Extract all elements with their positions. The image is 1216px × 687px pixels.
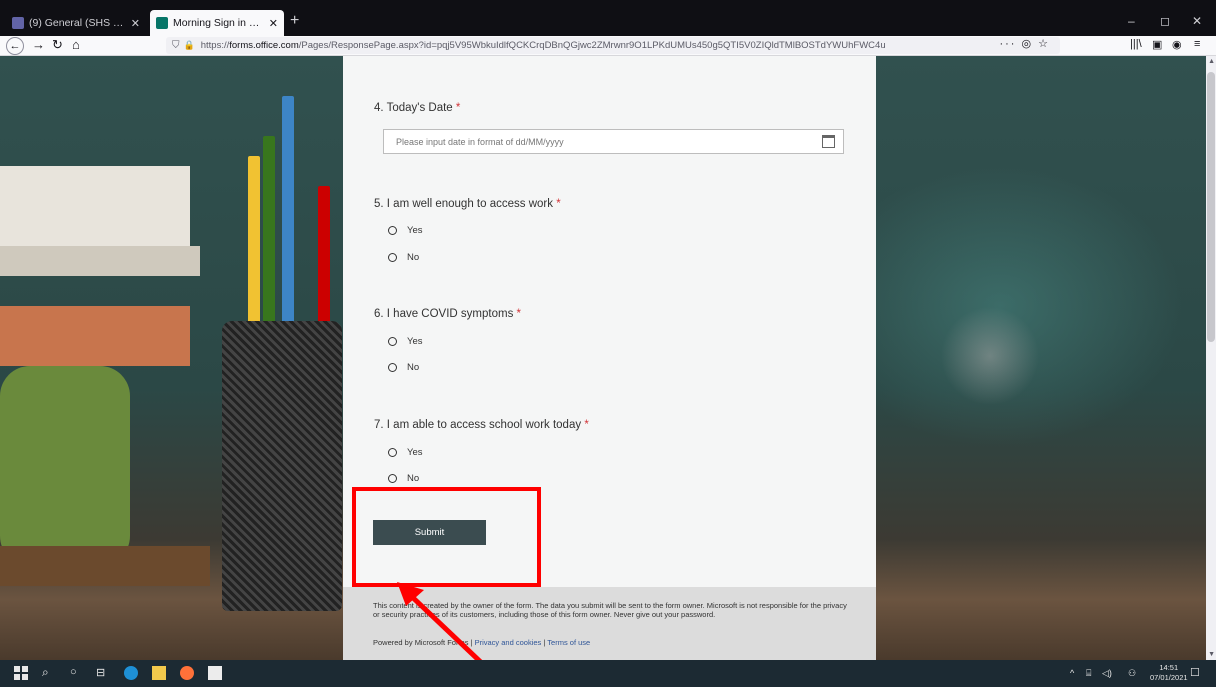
url-prefix: https://: [200, 40, 230, 51]
radio-button[interactable]: [388, 448, 397, 457]
search-icon[interactable]: ⌕: [42, 665, 49, 680]
question-label: 4. Today's Date: [374, 102, 453, 114]
option-label: Yes: [407, 447, 423, 458]
required-marker: *: [516, 308, 522, 320]
task-view-icon[interactable]: ⊟: [96, 666, 105, 679]
url-host: forms.office.com: [229, 40, 299, 51]
question-label: 7. I am able to access school work today: [374, 419, 582, 431]
clock-date: 07/01/2021: [1150, 673, 1188, 682]
teams-icon: [12, 17, 24, 29]
radio-button[interactable]: [388, 474, 397, 483]
pencil-cup-image: [222, 321, 342, 611]
q6-option-no[interactable]: No: [388, 362, 419, 373]
network-icon[interactable]: ⌸: [1086, 668, 1091, 679]
tab-bar: (9) General (SHS Year 09) | Micr ✕ Morni…: [0, 0, 1216, 36]
link-separator: |: [543, 638, 546, 647]
question-label: 5. I am well enough to access work: [374, 198, 553, 210]
tab-title: Morning Sign in Spring 2021 Ye: [173, 17, 265, 29]
date-input[interactable]: Please input date in format of dd/MM/yyy…: [383, 129, 844, 154]
url-path: /Pages/ResponsePage.aspx?id=pqj5V95WbkuI…: [298, 40, 886, 51]
question-4: 4. Today's Date *: [374, 102, 460, 114]
firefox-icon[interactable]: [180, 666, 194, 680]
option-label: No: [407, 252, 420, 263]
url-bar[interactable]: ⛉ 🔒 https://forms.office.com/Pages/Respo…: [166, 37, 1060, 54]
q5-option-yes[interactable]: Yes: [388, 225, 423, 236]
sidebar-icon[interactable]: ▣: [1152, 38, 1162, 51]
radio-button[interactable]: [388, 363, 397, 372]
required-marker: *: [584, 419, 589, 431]
tray-expand-icon[interactable]: ^: [1070, 668, 1074, 678]
menu-icon[interactable]: ≡: [1194, 38, 1200, 50]
radio-button[interactable]: [388, 253, 397, 262]
radio-button[interactable]: [388, 337, 397, 346]
new-tab-button[interactable]: +: [290, 12, 299, 30]
scroll-down-icon[interactable]: ▼: [1208, 651, 1215, 658]
required-marker: *: [455, 102, 461, 114]
q7-option-no[interactable]: No: [388, 473, 419, 484]
pencil-image: [282, 96, 294, 336]
calendar-icon[interactable]: [822, 135, 835, 148]
sims-icon[interactable]: [208, 666, 222, 680]
clock-time: 14:51: [1159, 663, 1179, 672]
q5-option-no[interactable]: No: [388, 252, 419, 263]
nav-bar: ← → ↻ ⌂ ⛉ 🔒 https://forms.office.com/Pag…: [0, 36, 1216, 56]
pencil-image: [318, 186, 330, 336]
question-7: 7. I am able to access school work today…: [374, 419, 589, 431]
q6-option-yes[interactable]: Yes: [388, 336, 423, 347]
forms-icon: [156, 17, 168, 29]
required-marker: *: [556, 198, 561, 210]
close-tab-icon[interactable]: ✕: [131, 17, 140, 30]
pencil-image: [248, 156, 260, 336]
highlight-box: [352, 487, 541, 587]
reload-button[interactable]: ↻: [52, 37, 63, 53]
terms-link[interactable]: Terms of use: [547, 638, 590, 647]
home-button[interactable]: ⌂: [72, 37, 80, 52]
page-background: 4. Today's Date * Please input date in f…: [0, 56, 1206, 660]
close-tab-icon[interactable]: ✕: [269, 17, 278, 30]
volume-icon[interactable]: ◁): [1102, 668, 1112, 679]
windows-start-icon[interactable]: [14, 666, 28, 680]
cortana-icon[interactable]: ○: [70, 666, 77, 678]
url-actions[interactable]: ··· ◎ ☆: [999, 37, 1050, 50]
people-icon[interactable]: ⚇: [1128, 668, 1136, 679]
scrollbar-thumb[interactable]: [1207, 72, 1215, 342]
books-image: [0, 166, 210, 586]
radio-button[interactable]: [388, 226, 397, 235]
notification-icon[interactable]: ☐: [1190, 666, 1200, 679]
shield-icon: ⛉: [172, 40, 180, 51]
option-label: No: [407, 473, 420, 484]
system-clock[interactable]: 14:51 07/01/2021: [1150, 663, 1188, 683]
edge-icon[interactable]: [124, 666, 138, 680]
account-icon[interactable]: ◉: [1172, 38, 1182, 51]
lock-icon: 🔒: [183, 40, 195, 50]
question-6: 6. I have COVID symptoms *: [374, 308, 521, 320]
option-label: Yes: [407, 225, 423, 236]
minimize-button[interactable]: –: [1128, 14, 1135, 28]
q7-option-yes[interactable]: Yes: [388, 447, 423, 458]
pencil-image: [263, 136, 275, 336]
close-window-button[interactable]: ✕: [1192, 14, 1202, 28]
maximize-button[interactable]: ◻: [1160, 14, 1170, 28]
tab-forms[interactable]: Morning Sign in Spring 2021 Ye ✕: [150, 10, 284, 36]
option-label: Yes: [407, 336, 423, 347]
forward-button[interactable]: →: [32, 37, 45, 52]
back-button[interactable]: ←: [6, 37, 24, 55]
question-5: 5. I am well enough to access work *: [374, 198, 561, 210]
tab-title: (9) General (SHS Year 09) | Micr: [29, 17, 127, 29]
taskbar: ⌕ ○ ⊟ ^ ⌸ ◁) ⚇ 14:51 07/01/2021 ☐: [0, 660, 1216, 687]
tab-teams[interactable]: (9) General (SHS Year 09) | Micr ✕: [6, 10, 146, 36]
file-explorer-icon[interactable]: [152, 666, 166, 680]
option-label: No: [407, 362, 420, 373]
scroll-up-icon[interactable]: ▲: [1208, 58, 1215, 65]
question-label: 6. I have COVID symptoms: [374, 308, 514, 320]
date-placeholder: Please input date in format of dd/MM/yyy…: [396, 137, 564, 147]
library-icon[interactable]: |||\: [1130, 38, 1142, 50]
